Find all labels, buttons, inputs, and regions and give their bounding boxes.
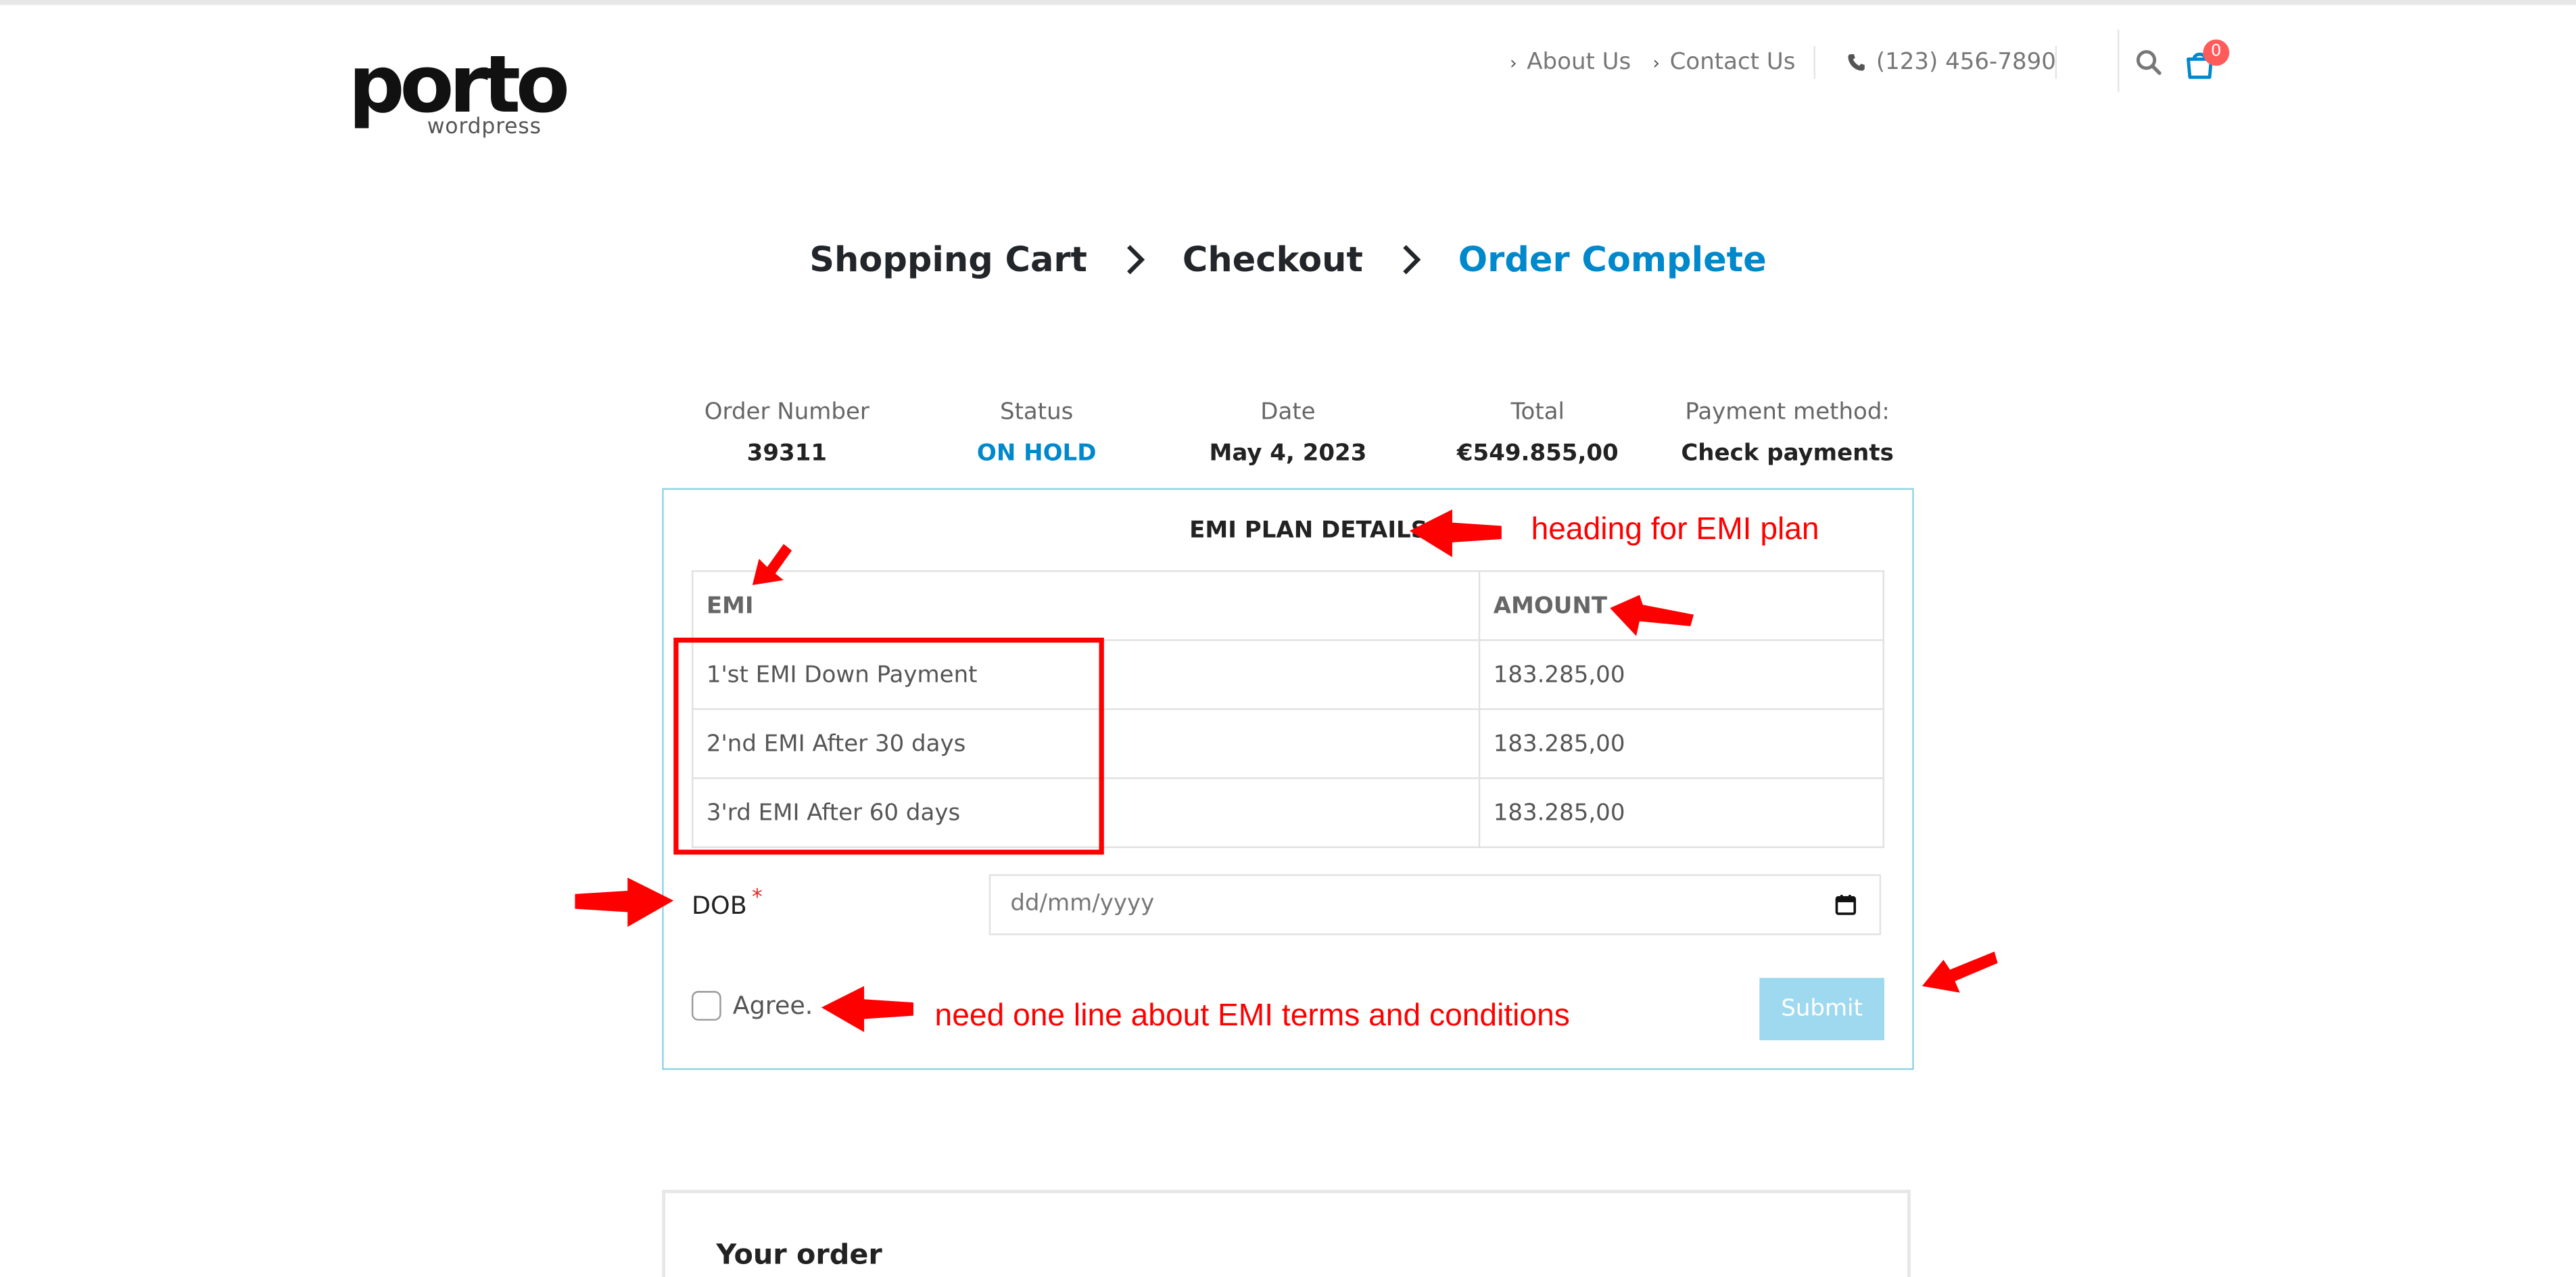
nav-contact-us-label: Contact Us xyxy=(1669,49,1796,76)
top-border xyxy=(0,0,2576,5)
nav-about-us-label: About Us xyxy=(1527,49,1631,76)
date-value: May 4, 2023 xyxy=(1209,440,1367,467)
page: porto wordpress › About Us › Contact Us … xyxy=(0,0,2576,1277)
checkout-steps: Shopping Cart Checkout Order Complete xyxy=(0,240,2576,279)
annotation-highlight-box xyxy=(673,637,1104,855)
column-header-amount: AMOUNT xyxy=(1478,570,1884,641)
annotation-arrow xyxy=(575,877,674,927)
status-label: Status xyxy=(999,399,1074,426)
order-overview: Order Number 39311 Status ON HOLD Date M… xyxy=(662,399,1914,481)
nav-about-us[interactable]: › About Us xyxy=(1510,46,1631,79)
your-order-title: Your order xyxy=(716,1239,882,1272)
emi-amount-cell: 183.285,00 xyxy=(1478,777,1884,848)
order-number-value: 39311 xyxy=(746,440,828,467)
site-logo[interactable]: porto wordpress xyxy=(348,46,570,145)
order-number-block: Order Number 39311 xyxy=(662,399,911,468)
annotation-heading-note: heading for EMI plan xyxy=(1531,513,1819,548)
header-divider xyxy=(1813,46,1815,79)
emi-amount-cell: 183.285,00 xyxy=(1478,639,1884,710)
payment-method-block: Payment method: Check payments xyxy=(1663,399,1912,468)
nav-contact-us[interactable]: › Contact Us xyxy=(1652,46,1795,79)
status-value: ON HOLD xyxy=(976,440,1097,467)
emi-plan-heading: EMI PLAN DETAILS xyxy=(1189,517,1428,544)
logo-subtitle: wordpress xyxy=(427,115,542,140)
chevron-right-icon: › xyxy=(1509,51,1517,74)
submit-button[interactable]: Submit xyxy=(1759,977,1884,1041)
emi-amount-cell: 183.285,00 xyxy=(1478,708,1884,779)
total-label: Total xyxy=(1510,399,1565,426)
step-order-complete: Order Complete xyxy=(1458,239,1767,280)
dob-placeholder: dd/mm/yyyy xyxy=(1010,890,1155,917)
header-divider xyxy=(2055,46,2057,79)
dob-date-input[interactable]: dd/mm/yyyy xyxy=(988,874,1882,935)
date-label: Date xyxy=(1260,399,1316,426)
agree-checkbox[interactable] xyxy=(691,991,721,1021)
chevron-right-icon xyxy=(1126,245,1145,275)
logo-text: porto xyxy=(348,39,570,132)
header-phone[interactable]: (123) 456-7890 xyxy=(1846,46,2056,79)
chevron-right-icon: › xyxy=(1652,51,1661,74)
search-icon[interactable] xyxy=(2134,47,2164,77)
annotation-terms-note: need one line about EMI terms and condit… xyxy=(934,999,1570,1034)
header-divider xyxy=(2118,29,2120,93)
required-marker: * xyxy=(752,885,763,911)
chevron-right-icon xyxy=(1402,245,1421,275)
date-block: Date May 4, 2023 xyxy=(1163,399,1412,468)
column-header-emi: EMI xyxy=(691,570,1481,641)
dob-label: DOB * xyxy=(691,886,763,921)
dob-label-text: DOB xyxy=(691,890,747,921)
table-header-row: EMI AMOUNT xyxy=(691,570,1884,641)
order-number-label: Order Number xyxy=(704,399,869,426)
annotation-arrow xyxy=(1922,951,1998,993)
payment-method-label: Payment method: xyxy=(1685,399,1890,426)
step-shopping-cart[interactable]: Shopping Cart xyxy=(809,240,1087,279)
total-value: €549.855,00 xyxy=(1456,440,1619,467)
phone-number: (123) 456-7890 xyxy=(1876,49,2056,76)
step-checkout[interactable]: Checkout xyxy=(1183,240,1363,279)
calendar-icon[interactable] xyxy=(1835,894,1857,916)
phone-icon xyxy=(1848,54,1865,71)
status-block: Status ON HOLD xyxy=(912,399,1162,468)
payment-method-value: Check payments xyxy=(1681,440,1894,467)
cart-count-badge: 0 xyxy=(2203,39,2230,66)
agree-label: Agree. xyxy=(732,991,813,1021)
total-block: Total €549.855,00 xyxy=(1413,399,1663,468)
